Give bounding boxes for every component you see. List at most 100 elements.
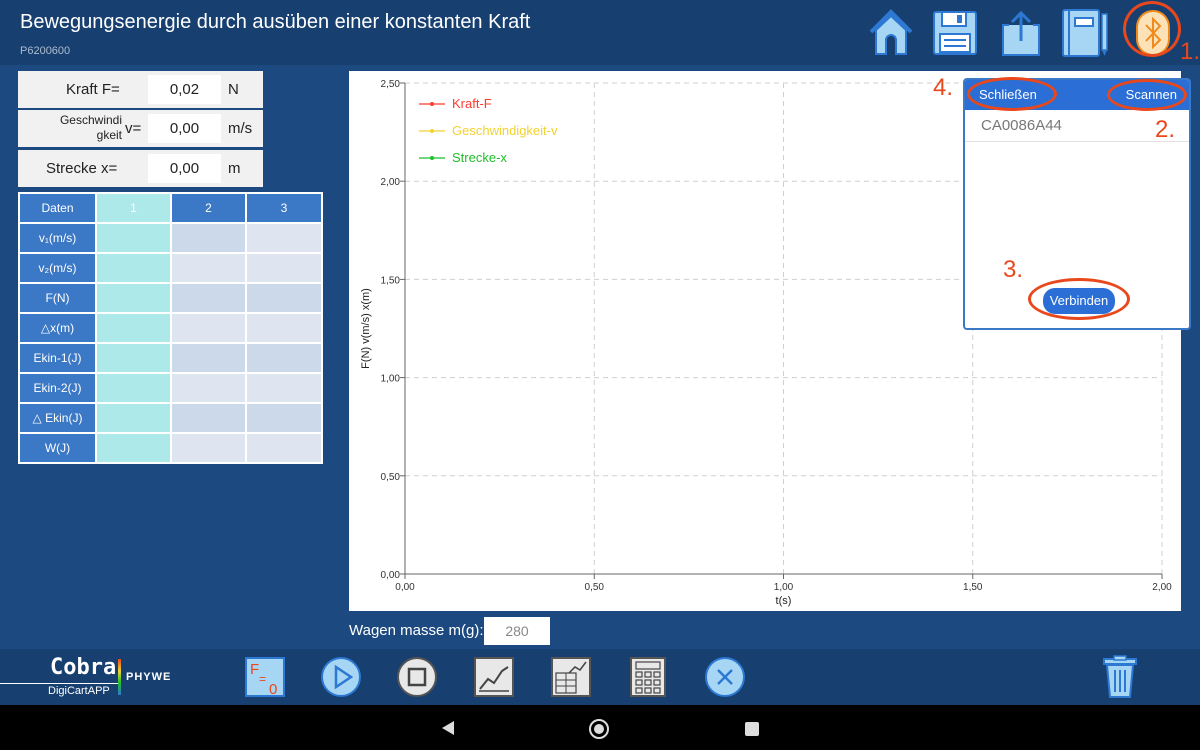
annotation-ring-scan [1107, 79, 1187, 111]
svg-text:F: F [250, 661, 259, 678]
table-cell[interactable] [245, 312, 323, 344]
brand-company: PHYWE [126, 671, 172, 683]
home-nav-icon[interactable] [588, 718, 610, 740]
recents-icon[interactable] [744, 721, 760, 737]
start-button[interactable] [318, 654, 364, 700]
play-icon [321, 657, 361, 697]
table-cell[interactable] [170, 402, 247, 434]
graph-button[interactable] [471, 654, 517, 700]
table-graph-button[interactable] [548, 654, 594, 700]
experiment-code: P6200600 [20, 45, 71, 57]
y-tick-label: 1,00 [381, 374, 401, 385]
y-axis-label: F(N) v(m/s) x(m) [360, 288, 372, 369]
android-nav-bar [0, 705, 1200, 750]
zero-force-icon: F = 0 [245, 657, 285, 697]
home-button[interactable] [864, 6, 918, 60]
x-tick-label: 0,50 [585, 582, 605, 593]
table-cell[interactable] [170, 222, 247, 254]
share-icon [1002, 10, 1040, 56]
velocity-symbol: v= [125, 120, 142, 137]
brand-name: Cobra [50, 655, 117, 680]
delete-button[interactable] [1097, 654, 1143, 700]
annotation-4: 4. [933, 74, 954, 101]
table-row: W(J) [18, 432, 323, 464]
data-table: Daten 1 2 3 v₁(m/s) v₂(m/s) F(N) △x(m) E… [18, 192, 323, 464]
table-cell[interactable] [95, 312, 172, 344]
table-cell[interactable] [170, 282, 247, 314]
table-row: △x(m) [18, 312, 323, 344]
table-cell[interactable] [95, 342, 172, 374]
y-tick-label: 1,50 [381, 275, 401, 286]
mass-input[interactable]: 280 [484, 617, 550, 645]
notebook-button[interactable] [1058, 6, 1112, 60]
zero-force-button[interactable]: F = 0 [242, 654, 288, 700]
table-cell[interactable] [245, 282, 323, 314]
table-cell[interactable] [95, 372, 172, 404]
table-cell[interactable] [170, 342, 247, 374]
annotation-ring-connect [1028, 278, 1130, 320]
table-cell[interactable] [245, 432, 323, 464]
x-tick-label: 0,00 [395, 582, 415, 593]
table-row: △ Ekin(J) [18, 402, 323, 434]
table-cell[interactable] [95, 252, 172, 284]
table-cell[interactable] [95, 222, 172, 254]
row-label-dx: △x(m) [18, 312, 97, 344]
table-cell[interactable] [95, 432, 172, 464]
table-cell[interactable] [170, 432, 247, 464]
brand-underline [0, 683, 118, 684]
share-button[interactable] [994, 6, 1048, 60]
y-tick-label: 2,00 [381, 177, 401, 188]
velocity-input[interactable]: 0,00 [148, 114, 221, 143]
svg-text:=: = [259, 672, 266, 686]
annotation-2: 2. [1155, 116, 1176, 143]
table-cell[interactable] [245, 402, 323, 434]
notebook-icon [1062, 9, 1108, 57]
table-cell[interactable] [170, 372, 247, 404]
close-circle-icon [705, 657, 745, 697]
velocity-unit: m/s [228, 120, 253, 137]
table-cell[interactable] [245, 372, 323, 404]
force-input[interactable]: 0,02 [148, 75, 221, 104]
distance-label: Strecke x= [46, 160, 118, 177]
x-tick-label: 1,50 [963, 582, 983, 593]
table-cell[interactable] [95, 282, 172, 314]
table-row: Ekin-2(J) [18, 372, 323, 404]
x-axis-label: t(s) [776, 595, 792, 607]
y-tick-label: 0,00 [381, 570, 401, 581]
legend-label: Strecke-x [452, 150, 507, 165]
top-bar: Bewegungsenergie durch ausüben einer kon… [0, 0, 1200, 65]
clear-button[interactable] [702, 654, 748, 700]
table-header[interactable]: 1 [95, 192, 172, 224]
table-cell[interactable] [245, 342, 323, 374]
row-label-ekin1: Ekin-1(J) [18, 342, 97, 374]
table-cell[interactable] [170, 252, 247, 284]
distance-input[interactable]: 0,00 [148, 154, 221, 183]
annotation-ring-bluetooth [1123, 1, 1181, 57]
table-row: Ekin-1(J) [18, 342, 323, 374]
velocity-row: Geschwindi gkeit v= 0,00 m/s [18, 110, 263, 147]
save-button[interactable] [928, 6, 982, 60]
annotation-3: 3. [1003, 256, 1024, 283]
row-label-v2: v₂(m/s) [18, 252, 97, 284]
trash-icon [1103, 655, 1137, 698]
x-tick-label: 2,00 [1152, 582, 1172, 593]
velocity-label-line1: Geschwindi [59, 113, 122, 127]
mass-label: Wagen masse m(g): [349, 622, 484, 639]
table-cell[interactable] [95, 402, 172, 434]
table-header[interactable]: 2 [170, 192, 247, 224]
legend-label: Geschwindigkeit-v [452, 123, 558, 138]
calculator-button[interactable] [625, 654, 671, 700]
legend-marker [430, 102, 434, 106]
table-cell[interactable] [170, 312, 247, 344]
back-icon[interactable] [440, 720, 456, 736]
row-label-work: W(J) [18, 432, 97, 464]
stop-button[interactable] [394, 654, 440, 700]
table-cell[interactable] [245, 222, 323, 254]
save-icon [933, 11, 977, 55]
table-cell[interactable] [245, 252, 323, 284]
row-label-force: F(N) [18, 282, 97, 314]
row-label-dekin: △ Ekin(J) [18, 402, 97, 434]
distance-row: Strecke x= 0,00 m [18, 150, 263, 187]
page-title: Bewegungsenergie durch ausüben einer kon… [20, 11, 531, 33]
table-header[interactable]: 3 [245, 192, 323, 224]
